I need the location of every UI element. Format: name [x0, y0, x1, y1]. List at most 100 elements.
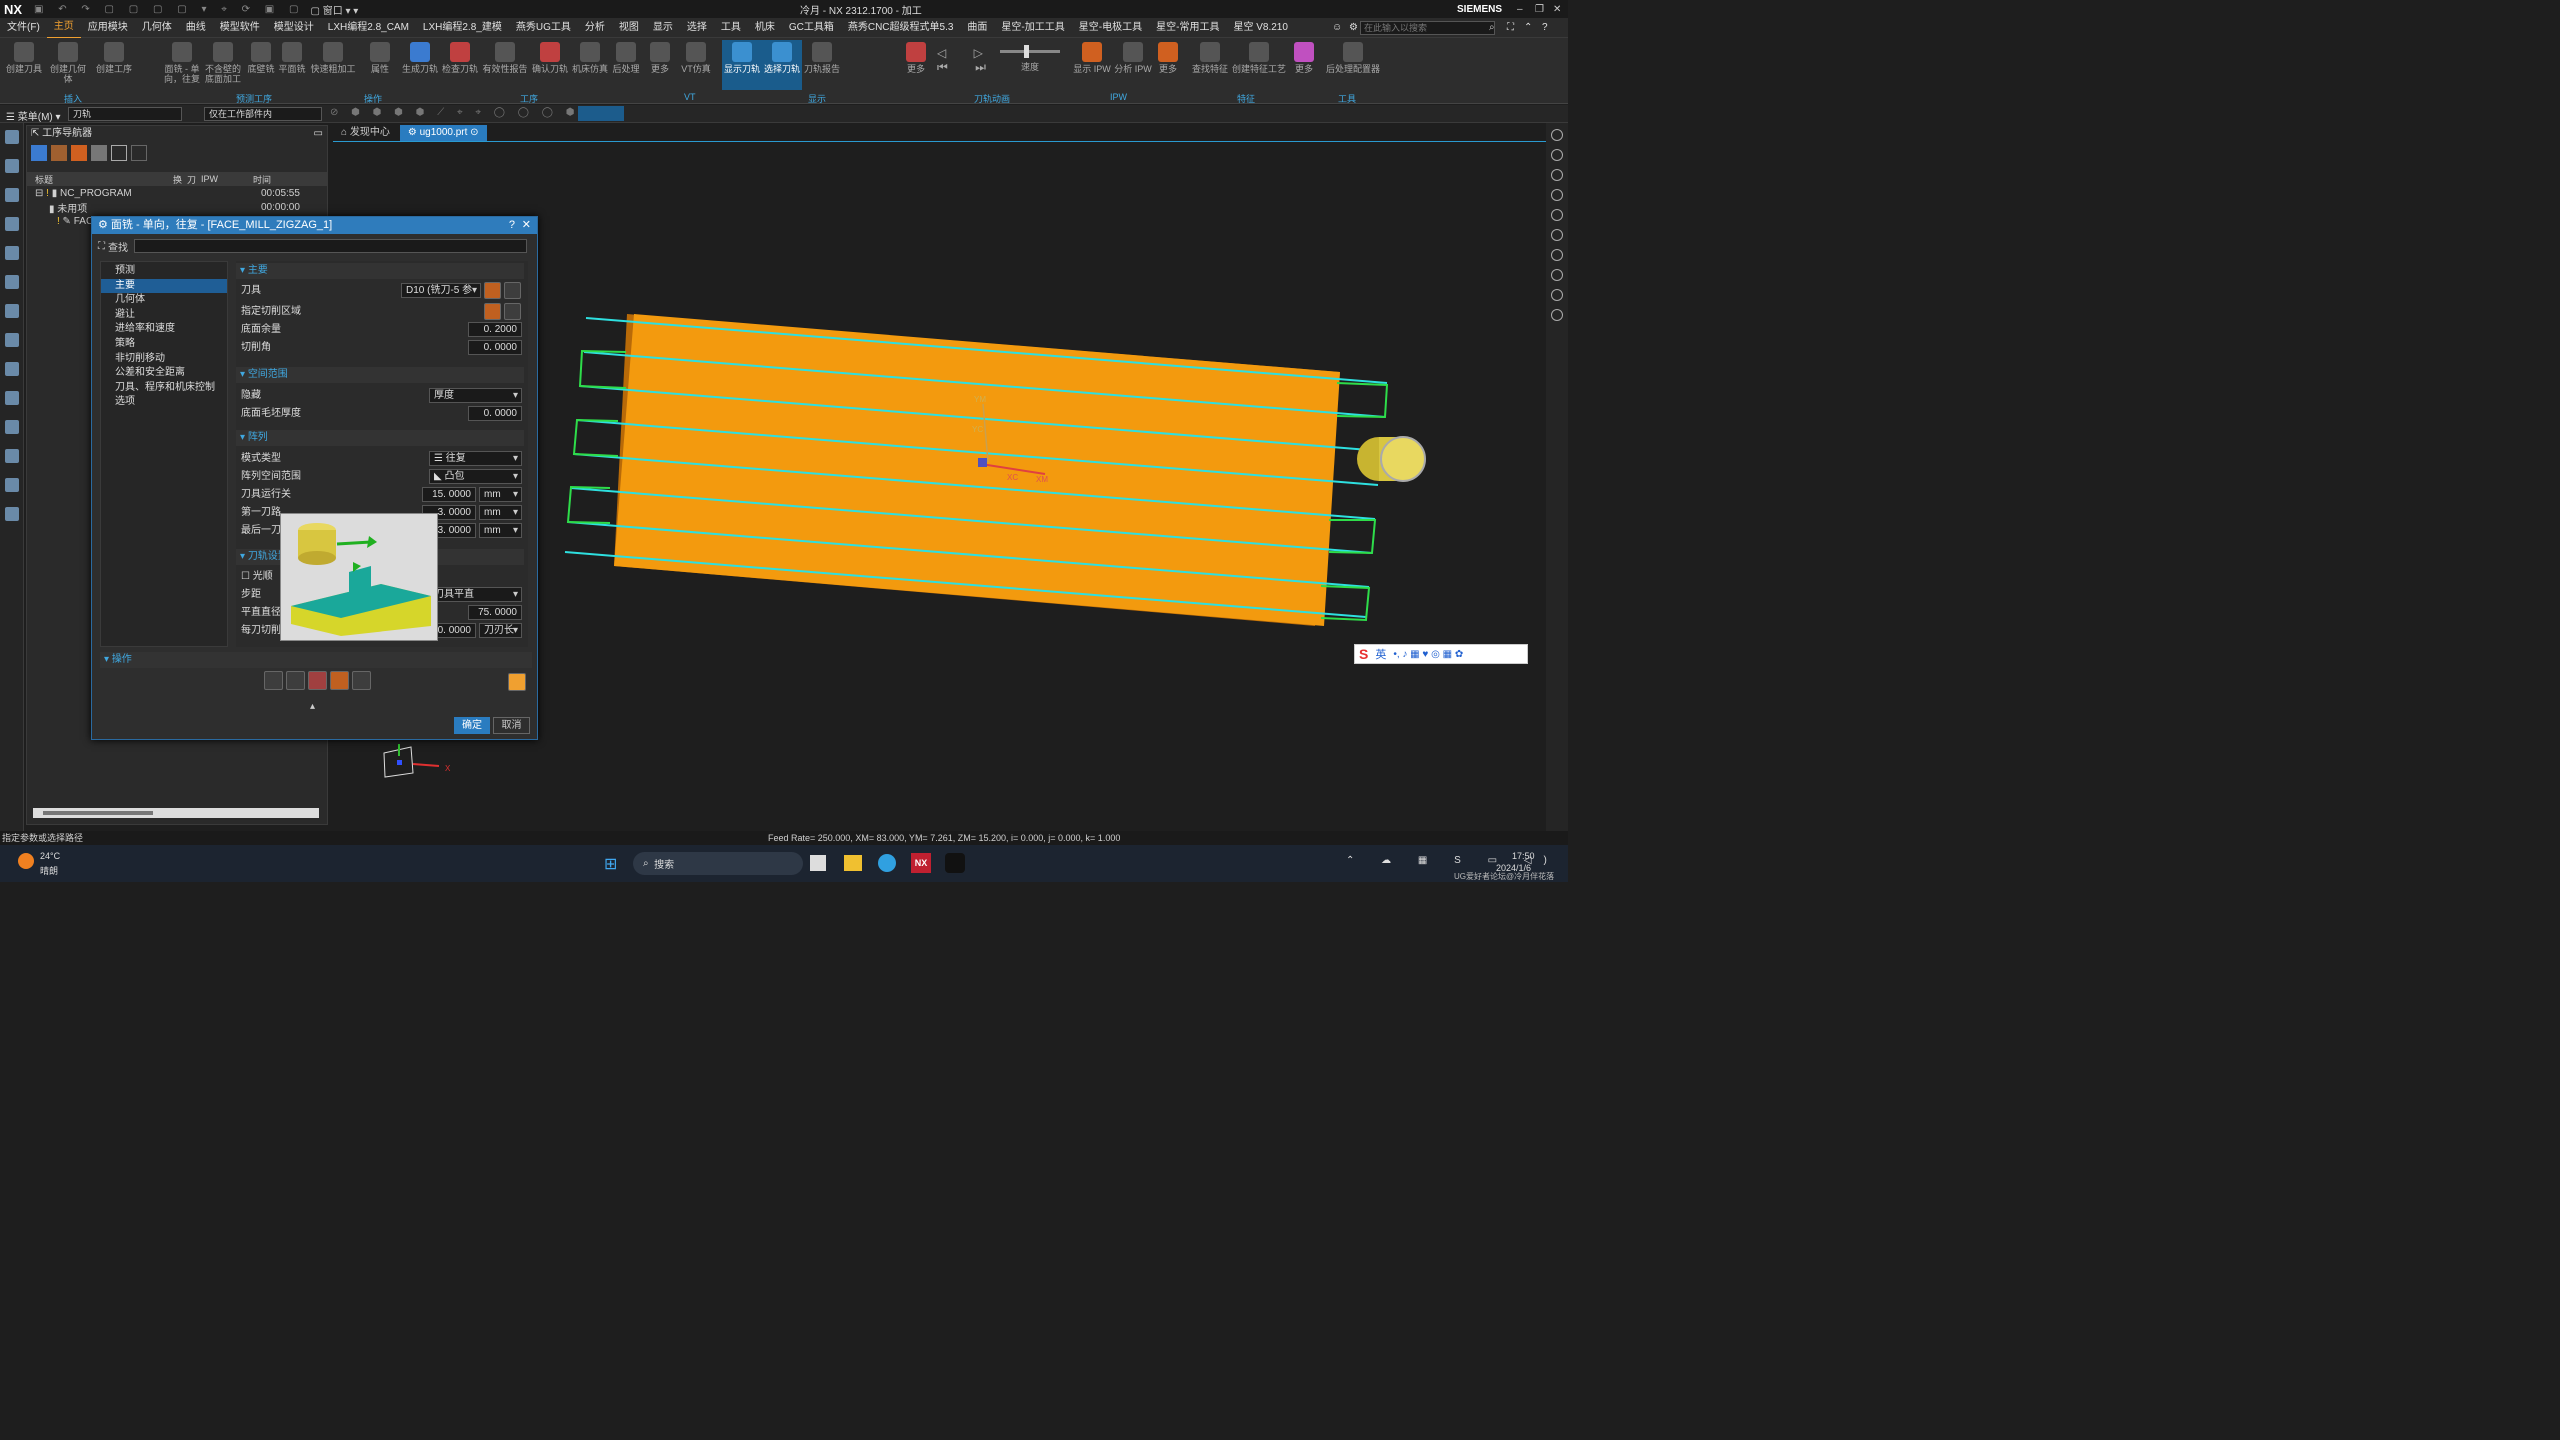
view-triad[interactable]: X: [383, 744, 451, 778]
tree-item-feeds[interactable]: 进给率和速度: [101, 322, 227, 337]
tree-item-geometry[interactable]: 几何体: [101, 293, 227, 308]
show-toolpath-button[interactable]: 显示刀轨: [722, 40, 762, 90]
hide-icon[interactable]: [1551, 229, 1563, 241]
task-view-icon[interactable]: [810, 855, 826, 871]
menu-xk-machining[interactable]: 星空-加工工具: [994, 18, 1071, 38]
edit-tool-icon[interactable]: [504, 282, 521, 299]
process-icon[interactable]: [5, 333, 19, 347]
menu-xk-common[interactable]: 星空-常用工具: [1149, 18, 1226, 38]
render-icon[interactable]: [1551, 209, 1563, 221]
blank-input[interactable]: 0. 0000: [468, 406, 522, 421]
reuse-icon[interactable]: [5, 391, 19, 405]
face-mill-button[interactable]: 面铣 - 单向，往复: [162, 40, 202, 84]
layer-icon[interactable]: [1551, 249, 1563, 261]
table-row[interactable]: ⊟ ! ▮ NC_PROGRAM 00:05:55: [27, 186, 327, 200]
pattern-select[interactable]: ☰ 往复: [429, 451, 522, 466]
speed-slider[interactable]: [1000, 45, 1060, 58]
menu-home[interactable]: 主页: [46, 17, 81, 39]
eye-icon[interactable]: [1551, 309, 1563, 321]
menu-yanxiu-ug[interactable]: 燕秀UG工具: [509, 18, 578, 38]
close-icon[interactable]: ✕: [1553, 4, 1561, 15]
history-icon[interactable]: [5, 420, 19, 434]
tab-part[interactable]: ⚙ ug1000.prt ⊙: [399, 125, 487, 141]
dialog-search-input[interactable]: [134, 239, 527, 253]
geometry-view-icon[interactable]: [71, 145, 87, 161]
command-search-input[interactable]: 在此输入以搜索: [1360, 21, 1495, 35]
menu-machine[interactable]: 机床: [748, 18, 782, 38]
floor-no-wall-button[interactable]: 不含壁的底面加工: [203, 40, 243, 84]
workpiece-block[interactable]: [614, 314, 1340, 626]
tree-item-options[interactable]: 选项: [101, 395, 227, 410]
maximize-icon[interactable]: ▭: [314, 126, 323, 142]
section-ops[interactable]: ▾ 操作: [100, 652, 532, 668]
create-operation-button[interactable]: 创建工序: [94, 40, 134, 74]
menu-view[interactable]: 视图: [612, 18, 646, 38]
menu-button[interactable]: ☰ 菜单(M) ▾: [6, 108, 61, 123]
part-icon[interactable]: [5, 159, 19, 173]
menu-apps[interactable]: 应用模块: [81, 18, 135, 38]
taskbar-search[interactable]: ⌕ 搜索: [633, 852, 803, 875]
tree-item-noncutting[interactable]: 非切削移动: [101, 352, 227, 367]
menu-lxh-model[interactable]: LXH编程2.8_建模: [416, 18, 509, 38]
menu-yanxiu-cnc[interactable]: 燕秀CNC超级程式单5.3: [841, 18, 961, 38]
minimize-icon[interactable]: –: [1517, 4, 1523, 15]
tool-icon[interactable]: [5, 275, 19, 289]
ime-toolbar[interactable]: S 英 •, ♪ ▦ ♥ ◎ ▦ ✿: [1354, 644, 1528, 664]
add-icon[interactable]: [111, 145, 127, 161]
menu-xk-version[interactable]: 星空 V8.210: [1226, 18, 1294, 38]
dialog-title-bar[interactable]: ⚙ 面铣 - 单向，往复 - [FACE_MILL_ZIGZAG_1] ? ✕: [92, 217, 537, 234]
section-space[interactable]: ▾ 空间范围: [236, 367, 524, 383]
col-title[interactable]: 标题: [27, 173, 173, 186]
vt-sim-button[interactable]: VT仿真: [676, 40, 716, 74]
tree-item-strategy[interactable]: 策略: [101, 337, 227, 352]
horizontal-scrollbar[interactable]: [33, 808, 319, 818]
validity-report-button[interactable]: 有效性报告: [482, 40, 528, 74]
menu-tools[interactable]: 工具: [714, 18, 748, 38]
play-icon[interactable]: [1551, 169, 1563, 181]
select-area-icon[interactable]: [484, 303, 501, 320]
file-explorer-icon[interactable]: [844, 855, 862, 871]
tree-item-predict[interactable]: 预测: [101, 264, 227, 279]
help-icon[interactable]: ?: [509, 217, 515, 234]
more-ipw-button[interactable]: 更多: [1148, 40, 1188, 74]
planar-mill-button[interactable]: 平面铣: [272, 40, 312, 74]
restore-icon[interactable]: ❐: [1535, 4, 1544, 15]
weather-icon[interactable]: [18, 853, 34, 869]
menu-model-software[interactable]: 模型软件: [213, 18, 267, 38]
cancel-button[interactable]: 取消: [493, 717, 530, 734]
scope-select[interactable]: 仅在工作部件内: [204, 107, 322, 121]
edge-icon[interactable]: [878, 854, 896, 872]
tool-run-unit[interactable]: mm: [479, 487, 522, 502]
shading-icon[interactable]: [1551, 269, 1563, 281]
menu-lxh-cam[interactable]: LXH编程2.8_CAM: [321, 18, 416, 38]
select-toolpath-button[interactable]: 选择刀轨: [762, 40, 802, 90]
create-geometry-button[interactable]: 创建几何体: [48, 40, 88, 84]
tree-item-avoid[interactable]: 避让: [101, 308, 227, 323]
toolpath-report-button[interactable]: 刀轨报告: [802, 40, 842, 74]
more-button[interactable]: 更多: [640, 40, 680, 74]
program-view-icon[interactable]: [31, 145, 47, 161]
assembly-icon[interactable]: [5, 188, 19, 202]
view-toggle-icons[interactable]: [578, 106, 624, 121]
windows-start-icon[interactable]: ⊞: [604, 854, 617, 874]
create-tool-button[interactable]: 创建刀具: [4, 40, 44, 74]
generate-icon[interactable]: [264, 671, 283, 690]
tool-select[interactable]: D10 (铣刀-5 参: [401, 283, 481, 298]
menu-display[interactable]: 显示: [646, 18, 680, 38]
orient-icon[interactable]: [1551, 149, 1563, 161]
menu-analysis[interactable]: 分析: [578, 18, 612, 38]
create-feature-process-button[interactable]: 创建特征工艺: [1232, 40, 1286, 74]
filter-icon[interactable]: [131, 145, 147, 161]
find-feature-button[interactable]: 查找特征: [1190, 40, 1230, 74]
verify-icon[interactable]: [308, 671, 327, 690]
snap-icons[interactable]: ⊘ ⬢ ⬢ ⬢ ⬢ ⟋ ⌖ ⌖ ◯ ◯ ◯ ⬢ ⬢: [330, 107, 601, 118]
more-feature-button[interactable]: 更多: [1284, 40, 1324, 74]
flat-diameter-input[interactable]: 75. 0000: [468, 605, 522, 620]
animation-controls[interactable]: ◁ ▷ ⏮ ⏭: [937, 46, 998, 75]
tree-item-tool-program[interactable]: 刀具、程序和机床控制: [101, 381, 227, 396]
properties-button[interactable]: 属性: [360, 40, 400, 74]
window-menu[interactable]: ▢ 窗口 ▾ ▾: [311, 2, 359, 17]
menu-curve[interactable]: 曲线: [179, 18, 213, 38]
tool-run-input[interactable]: 15. 0000: [422, 487, 476, 502]
more-display-button[interactable]: 更多: [896, 40, 936, 74]
